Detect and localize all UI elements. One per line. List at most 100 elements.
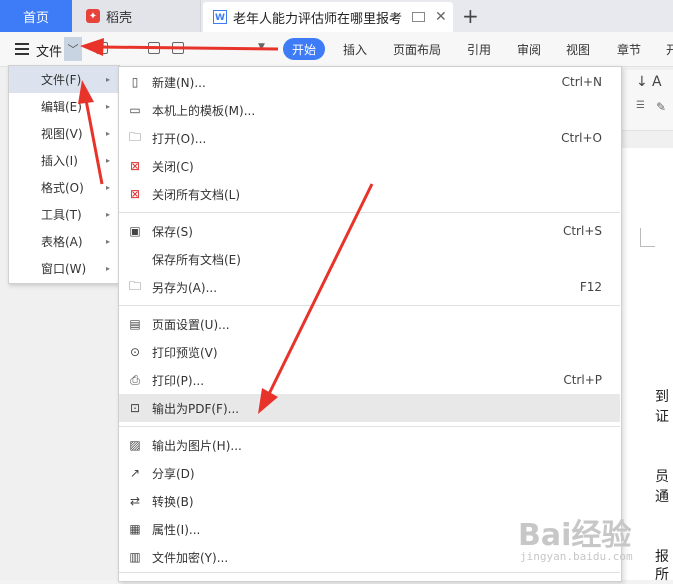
file-menu-item-7[interactable]: 🗀 另存为(A)... F12 bbox=[119, 273, 620, 301]
close-all-icon: ⊠ bbox=[129, 187, 141, 201]
file-menu-item-1[interactable]: ▭ 本机上的模板(M)... bbox=[119, 96, 620, 124]
file-menu-item-shortcut: Ctrl+P bbox=[563, 373, 602, 387]
doc-text-line: 通 bbox=[655, 489, 669, 505]
monitor-icon[interactable] bbox=[412, 12, 426, 22]
tab-daoke[interactable]: ✦ 稻壳 bbox=[72, 0, 201, 32]
doc-text-line: 到 bbox=[655, 389, 669, 405]
doc-text-line: 员 bbox=[655, 469, 669, 485]
baidu-watermark-url: jingyan.baidu.com bbox=[520, 550, 633, 563]
save-icon: ▣ bbox=[129, 224, 141, 238]
doc-text-line: 所 bbox=[655, 567, 669, 583]
menu-item-label: 插入(I) bbox=[41, 154, 78, 168]
file-menu-item-label: 打印(P)... bbox=[152, 373, 205, 388]
file-menu-item-2[interactable]: 🗀 打开(O)... Ctrl+O bbox=[119, 124, 620, 152]
print-icon: ⎙ bbox=[130, 372, 140, 387]
list-chevron-icon[interactable]: ☰ bbox=[636, 100, 645, 111]
ribbon-tab-overflow[interactable]: 开 bbox=[666, 41, 673, 58]
toolbar-more-chevron-icon[interactable]: ▼ bbox=[258, 42, 265, 52]
ribbon-tab-reference[interactable]: 引用 bbox=[467, 41, 491, 58]
ribbon-tab-insert[interactable]: 插入 bbox=[343, 41, 367, 58]
menu-separator bbox=[119, 572, 620, 573]
doc-text-line: 报 bbox=[655, 549, 669, 565]
toolbar-doc-icon[interactable] bbox=[96, 42, 108, 54]
close-doc-icon: ⊠ bbox=[129, 159, 141, 173]
doc-text-line: 证 bbox=[655, 409, 669, 425]
file-menu-item-label: 属性(I)... bbox=[152, 522, 201, 537]
print-preview-icon: ⊙ bbox=[129, 345, 141, 359]
file-menu-item-5[interactable]: ▣ 保存(S) Ctrl+S bbox=[119, 217, 620, 245]
file-menu-item-9[interactable]: ⊙ 打印预览(V) bbox=[119, 338, 620, 366]
save-as-icon: 🗀 bbox=[128, 278, 141, 293]
submenu-arrow-icon: ▸ bbox=[105, 183, 110, 192]
ribbon-tab-layout[interactable]: 页面布局 bbox=[393, 41, 441, 58]
file-menu-item-10[interactable]: ⎙ 打印(P)... Ctrl+P bbox=[119, 366, 620, 394]
font-case-icon[interactable]: A bbox=[652, 74, 662, 90]
ribbon-tab-view[interactable]: 视图 bbox=[566, 41, 590, 58]
menu-item-label: 格式(O) bbox=[41, 181, 84, 195]
encrypt-icon: ▥ bbox=[129, 550, 141, 564]
file-menu-item-3[interactable]: ⊠ 关闭(C) bbox=[119, 152, 620, 180]
submenu-arrow-icon: ▸ bbox=[105, 210, 110, 219]
file-menu-item-label: 保存(S) bbox=[152, 224, 193, 239]
file-menu-item-8[interactable]: ▤ 页面设置(U)... bbox=[119, 310, 620, 338]
file-menu-item-label: 另存为(A)... bbox=[152, 280, 218, 295]
menu-item-label: 窗口(W) bbox=[41, 262, 87, 276]
file-menu-item-13[interactable]: ↗ 分享(D) bbox=[119, 459, 620, 487]
file-menu-item-label: 页面设置(U)... bbox=[152, 317, 230, 332]
daoke-logo-icon: ✦ bbox=[86, 9, 100, 23]
file-menu-item-4[interactable]: ⊠ 关闭所有文档(L) bbox=[119, 180, 620, 208]
menu-item-label: 表格(A) bbox=[41, 235, 83, 249]
submenu-arrow-icon: ▸ bbox=[105, 102, 110, 111]
menu-item-1[interactable]: 编辑(E) ▸ bbox=[9, 93, 118, 120]
file-menu-item-label: 本机上的模板(M)... bbox=[152, 103, 256, 118]
menu-item-0[interactable]: 文件(F) ▸ bbox=[9, 66, 118, 93]
file-menu-item-label: 打开(O)... bbox=[152, 131, 207, 146]
file-menu-item-label: 输出为图片(H)... bbox=[152, 438, 242, 453]
template-icon: ▭ bbox=[129, 103, 141, 117]
toolbar-save-icon[interactable] bbox=[148, 42, 160, 54]
tab-document-title: 老年人能力评估师在哪里报考 bbox=[233, 11, 403, 27]
menu-item-6[interactable]: 表格(A) ▸ bbox=[9, 228, 118, 255]
file-menu-item-12[interactable]: ▨ 输出为图片(H)... bbox=[119, 431, 620, 459]
file-menu-item-shortcut: Ctrl+O bbox=[561, 131, 602, 145]
toolbar-print-icon[interactable] bbox=[172, 42, 184, 54]
new-doc-icon: ▯ bbox=[131, 75, 139, 89]
pdf-export-icon: ⊡ bbox=[129, 401, 141, 415]
menu-separator bbox=[119, 212, 620, 213]
tab-daoke-label: 稻壳 bbox=[106, 10, 133, 26]
font-arrow-icon[interactable]: ↓ bbox=[636, 74, 648, 90]
close-tab-icon[interactable]: ✕ bbox=[435, 9, 447, 25]
ribbon-tab-chapter[interactable]: 章节 bbox=[617, 41, 641, 58]
file-menu-button[interactable]: 文件 bbox=[36, 41, 62, 60]
file-menu-item-label: 分享(D) bbox=[152, 466, 195, 481]
menu-item-3[interactable]: 插入(I) ▸ bbox=[9, 147, 118, 174]
format-brush-icon[interactable]: ✎ bbox=[656, 100, 666, 114]
menu-item-4[interactable]: 格式(O) ▸ bbox=[9, 174, 118, 201]
menu-item-label: 编辑(E) bbox=[41, 100, 82, 114]
menu-separator bbox=[119, 305, 620, 306]
tab-document[interactable]: W 老年人能力评估师在哪里报考 ✕ bbox=[203, 2, 453, 32]
baidu-watermark-logo: Bai经验 bbox=[518, 518, 632, 553]
tab-home[interactable]: 首页 bbox=[0, 0, 72, 32]
file-menu-item-6[interactable]: 保存所有文档(E) bbox=[119, 245, 620, 273]
menu-item-2[interactable]: 视图(V) ▸ bbox=[9, 120, 118, 147]
properties-icon: ▦ bbox=[129, 522, 141, 536]
file-menu-item-label: 关闭(C) bbox=[152, 159, 194, 174]
hamburger-menu-icon[interactable] bbox=[15, 43, 29, 58]
convert-icon: ⇄ bbox=[129, 494, 141, 508]
file-menu-item-11[interactable]: ⊡ 输出为PDF(F)... bbox=[119, 394, 620, 422]
submenu-arrow-icon: ▸ bbox=[105, 237, 110, 246]
file-menu-item-0[interactable]: ▯ 新建(N)... Ctrl+N bbox=[119, 68, 620, 96]
file-menu-item-label: 关闭所有文档(L) bbox=[152, 187, 241, 202]
ribbon-tab-start[interactable]: 开始 bbox=[283, 38, 325, 60]
file-dropdown-chevron-icon[interactable]: ﹀ bbox=[64, 37, 82, 61]
file-menu-item-label: 保存所有文档(E) bbox=[152, 252, 241, 267]
open-folder-icon: 🗀 bbox=[128, 129, 141, 144]
ribbon-tab-review[interactable]: 审阅 bbox=[517, 41, 541, 58]
tab-home-label: 首页 bbox=[22, 10, 49, 26]
ribbon-tools-strip: ↓ A ☰ ✎ bbox=[622, 70, 673, 131]
menu-item-7[interactable]: 窗口(W) ▸ bbox=[9, 255, 118, 282]
menu-item-5[interactable]: 工具(T) ▸ bbox=[9, 201, 118, 228]
menu-item-label: 文件(F) bbox=[41, 73, 82, 87]
new-tab-plus-icon[interactable]: + bbox=[462, 4, 479, 28]
